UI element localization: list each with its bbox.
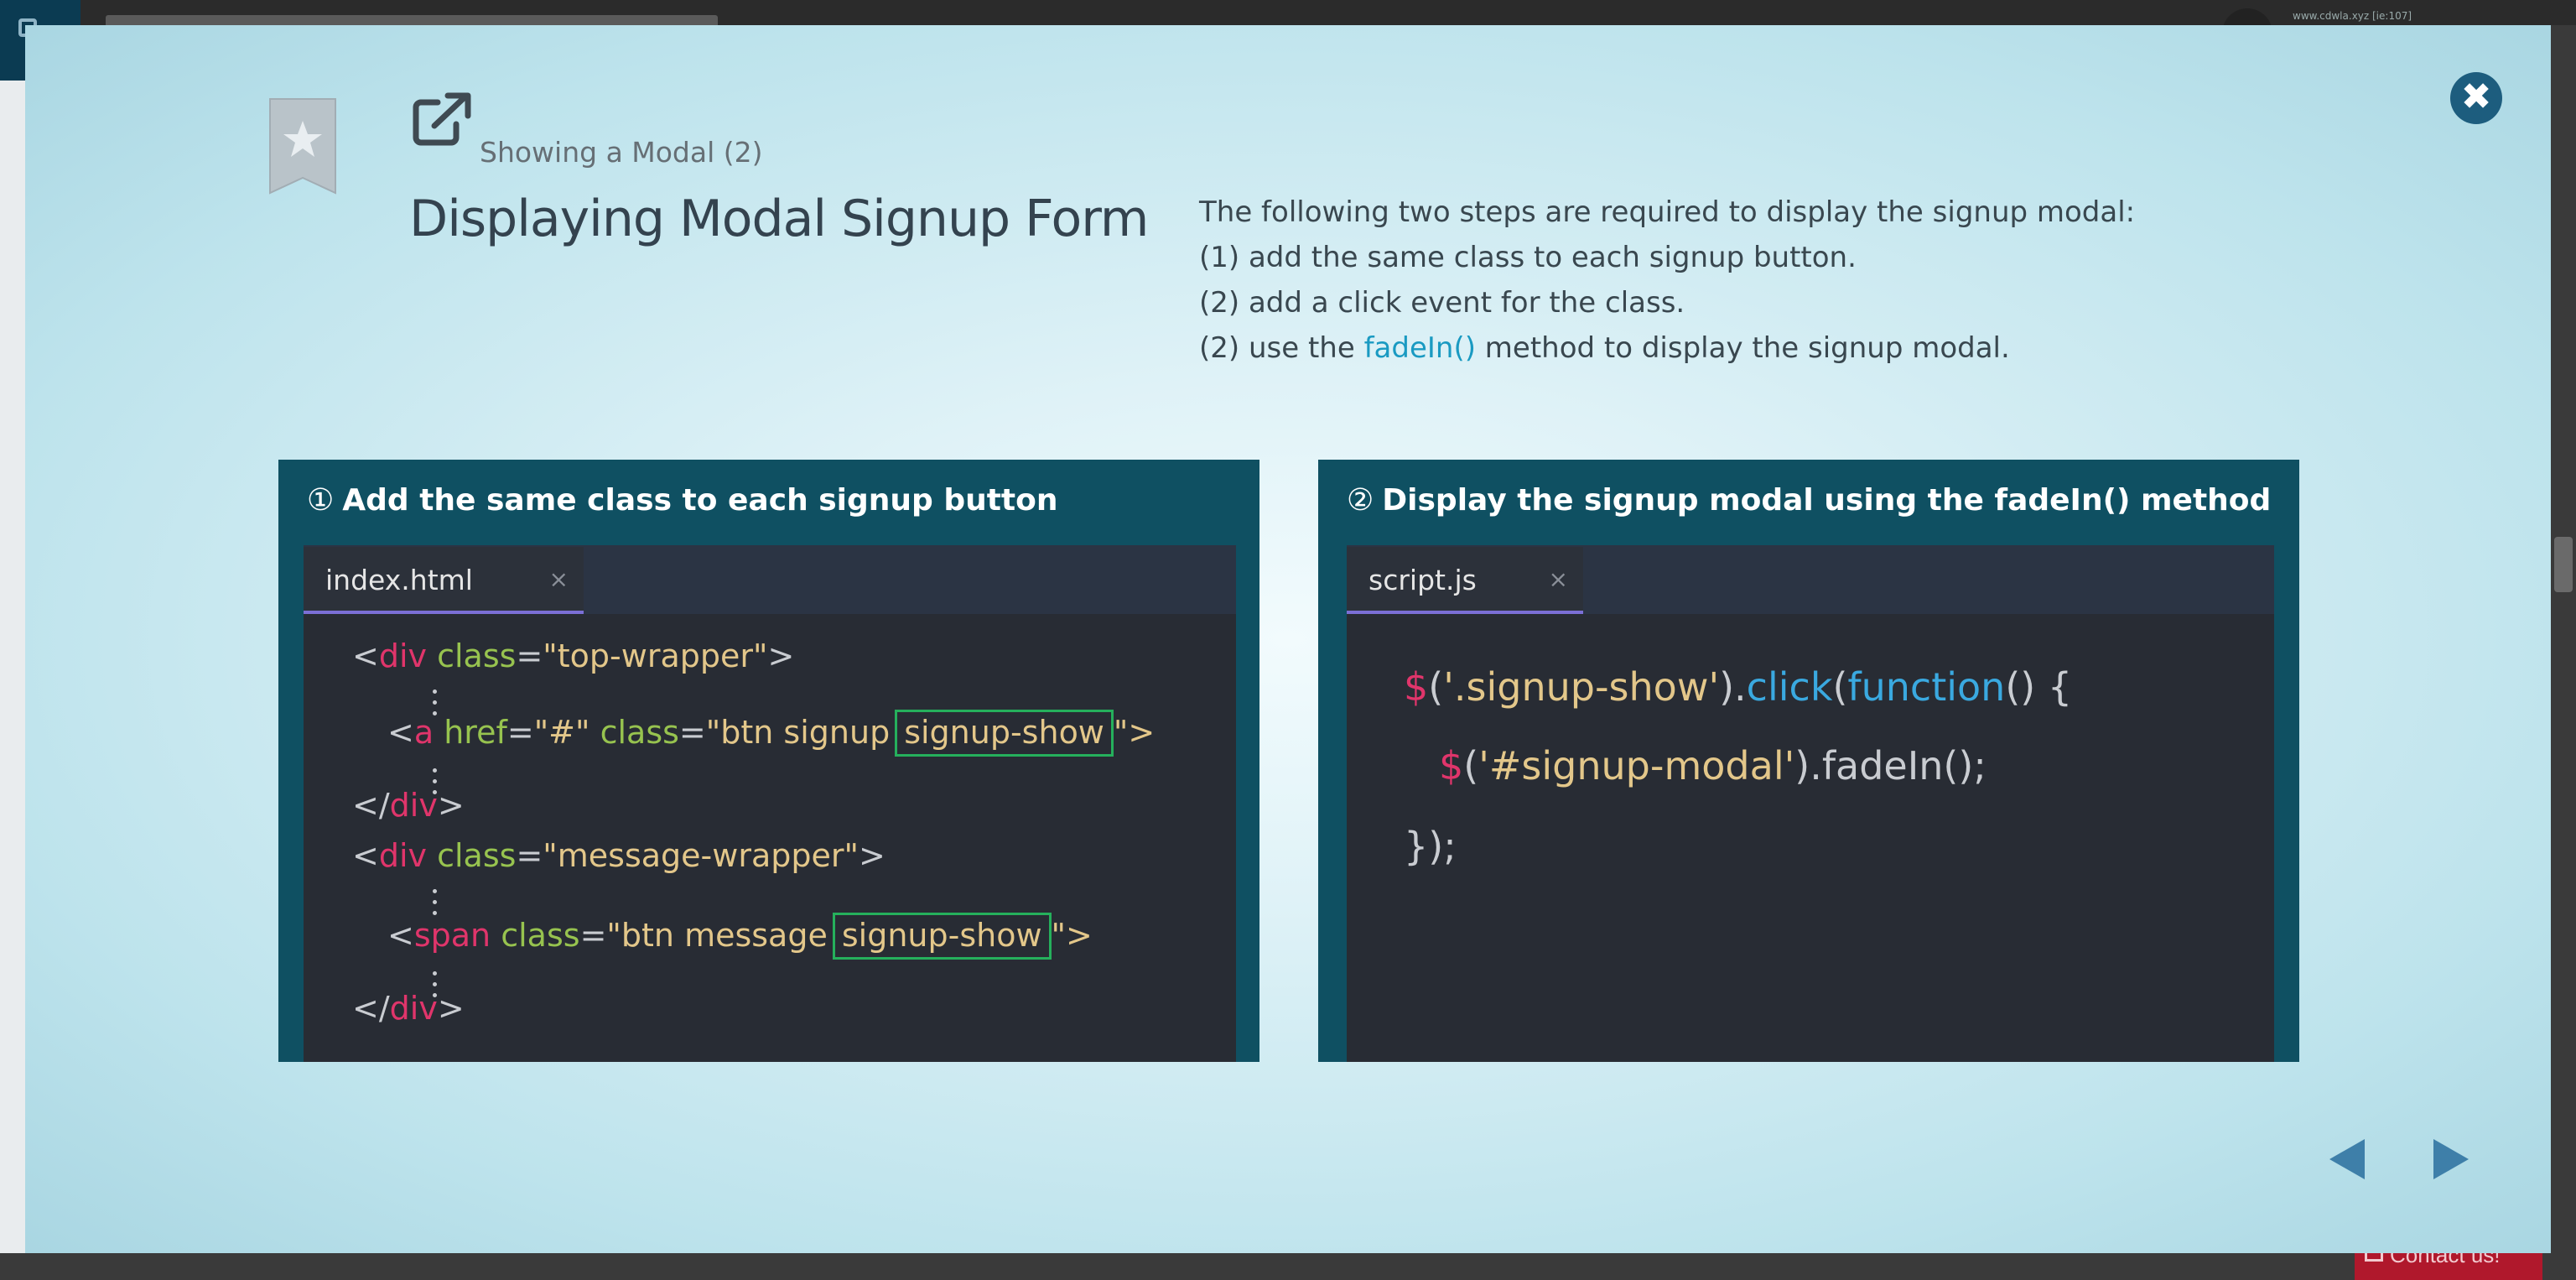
triangle-left-icon[interactable] [2326,1136,2368,1183]
step-number: ① [307,483,335,518]
slide-description: The following two steps are required to … [1199,190,2135,371]
tab-script-js[interactable]: script.js × [1347,547,1583,614]
tab-label: script.js [1368,564,1477,596]
description-line: (1) add the same class to each signup bu… [1199,241,1857,274]
slide-title: Displaying Modal Signup Form [409,190,1149,248]
tab-index-html[interactable]: index.html × [304,547,584,614]
code-area: <div class="top-wrapper"> <a href="#" cl… [304,614,1236,1062]
step-heading-text: Add the same class to each signup button [342,483,1058,518]
code-area: $('.signup-show').click(function() { $('… [1347,614,2279,1062]
step-heading-text: Display the signup modal using the fadeI… [1382,483,2272,518]
code-line: <a href="#" class="btn signup signup-show… [387,710,1155,757]
external-link-icon[interactable] [413,91,473,146]
slide-subtitle: Showing a Modal (2) [480,136,763,169]
step-1-panel: ① Add the same class to each signup butto… [278,460,1259,1062]
step-2-heading: ② Display the signup modal using the fade… [1347,483,2271,518]
user-label: www.cdwla.xyz [ie:107] [2293,10,2412,22]
step-1-heading: ① Add the same class to each signup butto… [307,483,1058,518]
step-number: ② [1347,483,1374,518]
code-line: $('#signup-modal').fadeIn(); [1439,743,1987,788]
code-line: $('.signup-show').click(function() { [1404,664,2073,710]
scrollbar[interactable] [2551,25,2576,1255]
step-2-panel: ② Display the signup modal using the fade… [1318,460,2299,1062]
description-text: method to display the signup modal. [1475,331,2010,365]
highlight-box: signup-show [832,913,1052,960]
code-line: <span class="btn message signup-show "> [387,913,1093,960]
scrollbar-thumb[interactable] [2554,537,2573,592]
description-line: The following two steps are required to … [1199,195,2136,229]
description-text: (2) use the [1199,331,1364,365]
slide-modal: ✖ Showing a Modal (2) Displaying Modal S… [25,25,2551,1253]
tab-label: index.html [325,564,473,596]
bookmark-star-icon[interactable] [267,97,339,196]
triangle-right-icon[interactable] [2430,1136,2472,1183]
editor-tabbar: script.js × [1347,545,2274,614]
close-icon[interactable]: ✖ [2450,72,2502,124]
tab-close-icon[interactable]: × [549,565,569,593]
description-line: (2) add a click event for the class. [1199,286,1685,320]
code-line: <div class="message-wrapper"> [352,837,886,874]
highlight-box: signup-show [895,710,1114,757]
tab-close-icon[interactable]: × [1549,565,1568,593]
editor-tabbar: index.html × [304,545,1236,614]
fadein-highlight: fadeIn() [1363,331,1476,365]
code-editor: script.js × $('.signup-show').click(func… [1347,545,2274,1062]
code-line: </div> [352,787,465,824]
code-line: </div> [352,990,465,1027]
code-line: <div class="top-wrapper"> [352,637,795,674]
code-line: }); [1404,824,1457,869]
bottom-bar [0,1253,2576,1280]
description-line: (2) use the fadeIn() method to display t… [1199,325,2135,371]
code-editor: index.html × <div class="top-wrapper"> <… [304,545,1236,1062]
